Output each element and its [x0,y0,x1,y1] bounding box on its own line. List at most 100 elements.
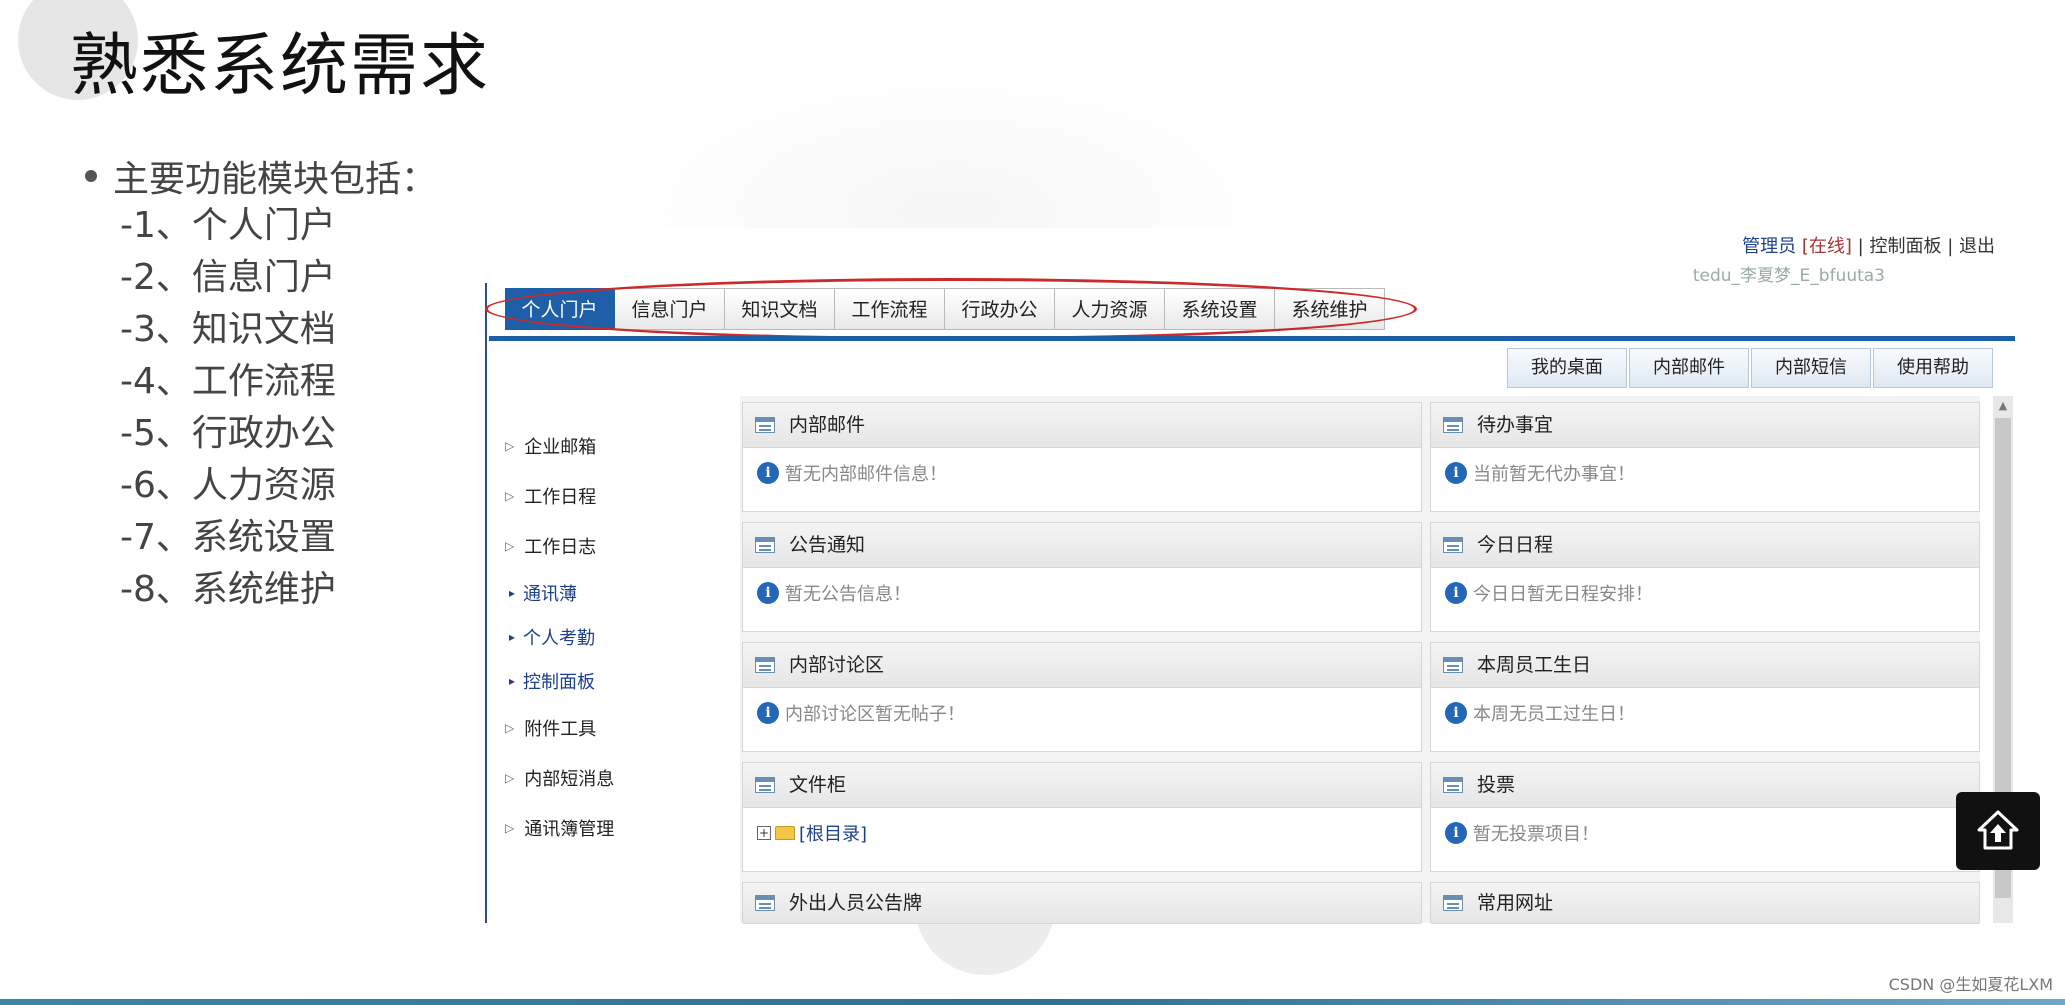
tab-workflow[interactable]: 工作流程 [835,288,945,330]
quick-buttons: 我的桌面 内部邮件 内部短信 使用帮助 [1505,348,1993,388]
nav-underline [489,336,2015,341]
info-icon: i [1445,462,1467,484]
logout-link[interactable]: 退出 [1959,236,1995,257]
panel-today-schedule: 今日日程 i 今日日暂无日程安排！ [1430,522,1980,632]
scroll-up-arrow-icon[interactable]: ▲ [1993,396,2013,416]
internal-sms-button[interactable]: 内部短信 [1751,348,1871,388]
sidebar-item-enterprise-mail[interactable]: ▷ 企业邮箱 [505,433,596,459]
sidebar-sub-label: 控制面板 [523,672,596,693]
triangle-right-icon: ▷ [505,539,515,553]
home-upload-icon [1977,810,2019,850]
panel-outside-staff: 外出人员公告牌 [742,882,1422,924]
sidebar-item-contacts-manage[interactable]: ▷ 通讯簿管理 [505,815,614,841]
panel-todo: 待办事宜 i 当前暂无代办事宜！ [1430,402,1980,512]
bullet-dot-icon [85,170,97,182]
oa-app-screenshot: 管理员 [在线] | 控制面板 | 退出 tedu_李夏梦_E_bfuuta3 … [485,228,2015,924]
panel-internal-mail: 内部邮件 i 暂无内部邮件信息！ [742,402,1422,512]
panel-message: 本周无员工过生日！ [1473,704,1635,725]
bottom-accent-bar [0,999,2065,1005]
sidebar: ▷ 企业邮箱 ▷ 工作日程 ▷ 工作日志 ▸ 通讯薄 ▸ 个人考勤 ▸ 控制面板 ▷ 附件工具… [487,393,732,923]
sidebar-item-label: 工作日程 [524,487,597,508]
panel-message: 内部讨论区暂无帖子！ [785,704,965,725]
sidebar-item-short-messages[interactable]: ▷ 内部短消息 [505,765,614,791]
separator: | [1857,236,1864,257]
folder-icon [775,826,795,840]
panel-title: 外出人员公告牌 [789,892,923,914]
sidebar-item-label: 企业邮箱 [524,437,597,458]
window-icon [1443,777,1463,793]
panel-title: 内部邮件 [789,414,866,436]
window-icon [755,417,775,433]
window-icon [1443,537,1463,553]
panel-title: 本周员工生日 [1477,654,1592,676]
internal-mail-button[interactable]: 内部邮件 [1629,348,1749,388]
main-nav-tabs: 个人门户 信息门户 知识文档 工作流程 行政办公 人力资源 系统设置 系统维护 [505,288,1385,330]
tab-info-portal[interactable]: 信息门户 [615,288,725,330]
panel-vote: 投票 i 暂无投票项目！ [1430,762,1980,872]
user-id: tedu_李夏梦_E_bfuuta3 [1692,266,1885,286]
panel-title: 待办事宜 [1477,414,1554,436]
panel-title: 投票 [1477,774,1516,796]
info-icon: i [757,462,779,484]
tab-system-settings[interactable]: 系统设置 [1165,288,1275,330]
window-icon [755,537,775,553]
panel-title: 常用网址 [1477,892,1554,914]
module-item: -5、行政办公 [120,413,336,454]
sidebar-sub-attendance[interactable]: ▸ 个人考勤 [509,624,595,650]
help-button[interactable]: 使用帮助 [1873,348,1993,388]
sidebar-sub-label: 个人考勤 [523,628,596,649]
sidebar-sub-label: 通讯薄 [523,584,578,605]
module-list: -1、个人门户 -2、信息门户 -3、知识文档 -4、工作流程 -5、行政办公 … [120,200,336,616]
sidebar-sub-control-panel[interactable]: ▸ 控制面板 [509,668,595,694]
panel-message: 暂无内部邮件信息！ [785,464,947,485]
window-icon [1443,895,1463,911]
control-panel-link[interactable]: 控制面板 [1869,236,1941,257]
module-item: -8、系统维护 [120,569,336,610]
root-directory-node[interactable]: + [根目录] [757,820,867,846]
panel-common-links: 常用网址 [1430,882,1980,924]
panel-file-cabinet: 文件柜 + [根目录] [742,762,1422,872]
triangle-right-icon: ▷ [505,489,515,503]
window-icon [755,657,775,673]
root-directory-link[interactable]: [根目录] [799,820,867,846]
tab-human-resources[interactable]: 人力资源 [1055,288,1165,330]
triangle-right-icon: ▷ [505,821,515,835]
triangle-right-icon: ▷ [505,721,515,735]
my-desktop-button[interactable]: 我的桌面 [1507,348,1627,388]
tab-personal-portal[interactable]: 个人门户 [505,288,615,330]
panel-title: 公告通知 [789,534,866,556]
module-item: -7、系统设置 [120,517,336,558]
panel-notice: 公告通知 i 暂无公告信息！ [742,522,1422,632]
home-upload-button[interactable] [1956,792,2040,870]
sidebar-item-work-log[interactable]: ▷ 工作日志 [505,533,596,559]
sidebar-item-work-schedule[interactable]: ▷ 工作日程 [505,483,596,509]
window-icon [755,895,775,911]
panel-message: 今日日暂无日程安排！ [1473,584,1653,605]
module-item: -6、人力资源 [120,465,336,506]
portal-panels: 内部邮件 i 暂无内部邮件信息！ 待办事宜 i 当前暂无代办事宜！ 公告通知 i 暂无… [740,396,1980,924]
sidebar-item-label: 通讯簿管理 [524,819,615,840]
tab-knowledge-docs[interactable]: 知识文档 [725,288,835,330]
window-icon [755,777,775,793]
info-icon: i [757,582,779,604]
bullet-heading: 主要功能模块包括： [85,150,437,202]
tab-admin-office[interactable]: 行政办公 [945,288,1055,330]
triangle-right-icon: ▷ [505,439,515,453]
csdn-watermark: CSDN @生如夏花LXM [1888,975,2053,994]
module-item: -1、个人门户 [120,205,336,246]
bullet-arrow-icon: ▸ [509,586,516,600]
panel-forum: 内部讨论区 i 内部讨论区暂无帖子！ [742,642,1422,752]
expand-plus-icon[interactable]: + [757,826,771,840]
tab-system-maintenance[interactable]: 系统维护 [1275,288,1385,330]
panel-message: 暂无投票项目！ [1473,824,1599,845]
panel-birthdays: 本周员工生日 i 本周无员工过生日！ [1430,642,1980,752]
info-icon: i [757,702,779,724]
panel-title: 文件柜 [789,774,847,796]
sidebar-item-tools[interactable]: ▷ 附件工具 [505,715,596,741]
sidebar-sub-contacts[interactable]: ▸ 通讯薄 [509,580,577,606]
slide-title: 熟悉系统需求 [70,27,491,106]
panel-title: 内部讨论区 [789,654,885,676]
info-icon: i [1445,582,1467,604]
panel-message: 当前暂无代办事宜！ [1473,464,1635,485]
module-item: -4、工作流程 [120,361,336,402]
